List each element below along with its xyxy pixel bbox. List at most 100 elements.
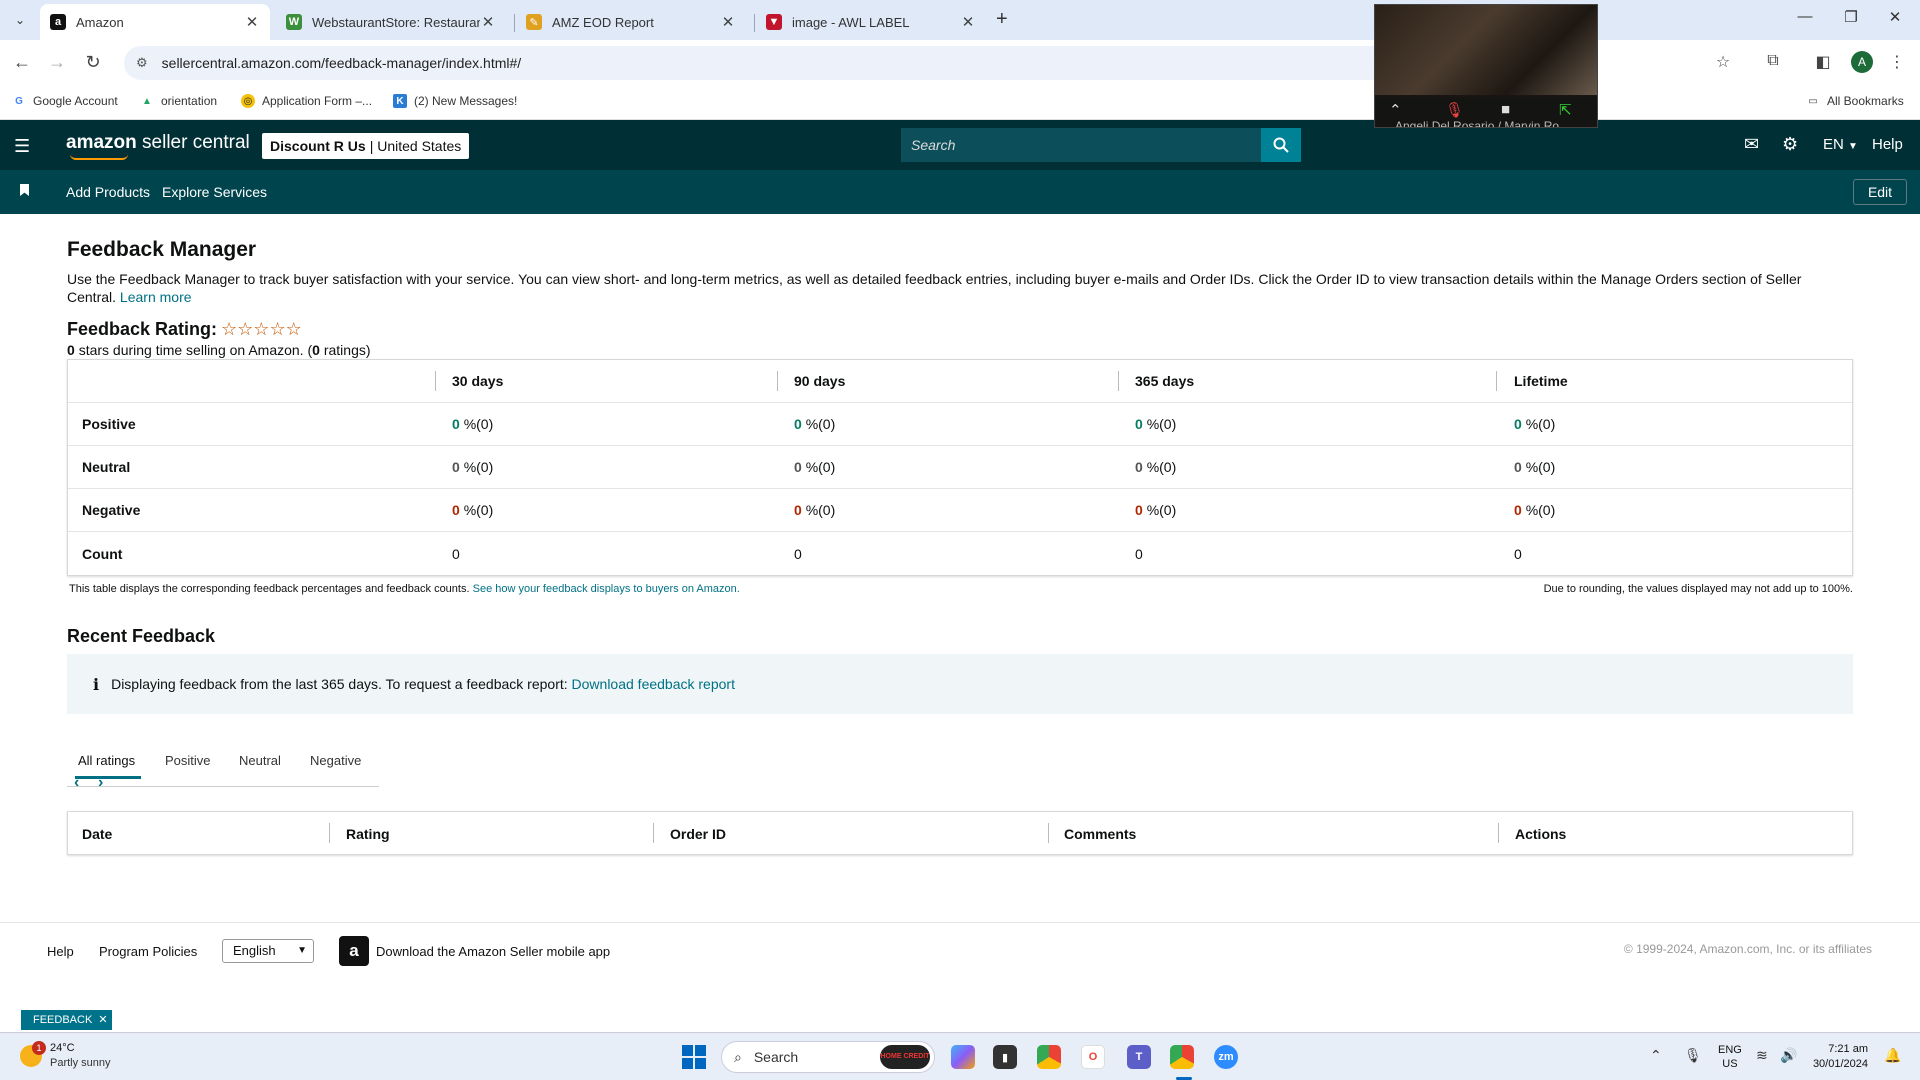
site-info-icon[interactable]: ⚙ [136,55,148,71]
back-arrow-icon[interactable]: ← [10,52,34,73]
search-icon [1273,137,1289,153]
column-header-rating[interactable]: Rating [346,826,390,842]
tray-chevron-up-icon[interactable]: ⌃ [1650,1047,1662,1064]
browser-tab-amz-eod-report[interactable]: ✎ AMZ EOD Report ✕ [516,4,746,40]
footer-program-policies-link[interactable]: Program Policies [99,944,197,959]
cell-count: %(0) [1525,416,1556,432]
star-rating-icon: ☆☆☆☆☆ [221,319,302,339]
column-header-actions[interactable]: Actions [1515,826,1566,842]
close-icon[interactable]: ✕ [95,1014,107,1026]
chevron-up-icon[interactable]: ⌃ [1389,101,1402,119]
input-language[interactable]: ENG US [1718,1043,1742,1071]
count-value: 0 [794,545,802,562]
nav-add-products[interactable]: Add Products [66,184,150,200]
bookmark-google-account[interactable]: G Google Account [12,94,118,108]
page-footer: Help Program Policies English ▼ a Downlo… [0,922,1920,1032]
settings-gear-icon[interactable]: ⚙ [1782,134,1798,155]
column-separator [1498,823,1499,843]
chrome-menu-icon[interactable]: ⋮ [1884,52,1910,72]
tab-separator [754,14,755,32]
new-tab-button[interactable]: + [996,8,1008,31]
language-selector[interactable]: EN ▼ [1823,136,1858,153]
k-app-icon: K [393,94,407,108]
edit-button[interactable]: Edit [1853,179,1907,205]
download-feedback-report-link[interactable]: Download feedback report [572,676,735,692]
table-cell: 0 %(0) [452,459,493,475]
profile-avatar[interactable]: A [1851,51,1873,73]
reload-icon[interactable]: ↻ [81,52,105,73]
weather-temperature[interactable]: 24°C [50,1042,75,1054]
pencil-favicon-icon: ✎ [526,14,542,30]
copilot-icon[interactable] [951,1045,975,1069]
file-explorer-icon[interactable]: ▮ [993,1045,1017,1069]
microphone-icon[interactable]: 🎙 [1684,1047,1702,1064]
feedback-chip[interactable]: FEEDBACK ✕ [21,1010,112,1030]
restore-icon[interactable]: ❐ [1836,8,1866,26]
negative-value: 0 [794,502,802,518]
browser-tab-awl-label[interactable]: ▼ image - AWL LABEL ✕ [756,4,986,40]
close-window-icon[interactable]: ✕ [1880,8,1910,26]
mail-icon[interactable]: ✉ [1744,134,1759,155]
footer-help-link[interactable]: Help [47,944,74,959]
side-panel-icon[interactable]: ◧ [1810,52,1836,72]
seller-central-header: ☰ amazon seller central Discount R Us | … [0,120,1920,170]
bookmark-label: Application Form –... [262,94,373,108]
all-bookmarks[interactable]: ▭ All Bookmarks [1806,94,1903,108]
system-clock[interactable]: 7:21 am 30/01/2024 [1808,1042,1868,1072]
office-icon[interactable]: O [1081,1045,1105,1069]
nav-explore-services[interactable]: Explore Services [162,184,267,200]
wifi-icon[interactable]: ≋ [1756,1047,1768,1064]
seller-central-logo[interactable]: amazon seller central [66,132,250,160]
search-button[interactable] [1261,128,1301,162]
volume-icon[interactable]: 🔊 [1780,1047,1797,1064]
column-header-order-id[interactable]: Order ID [670,826,726,842]
amazon-smile-icon [70,154,128,160]
bookmark-orientation[interactable]: ▲ orientation [140,94,217,108]
zoom-video-overlay[interactable]: ⌃ 🎙 ■ ⇱ Angeli Del Rosario / Marvin Ro..… [1374,4,1598,128]
weather-description[interactable]: Partly sunny [50,1057,111,1069]
download-app-link[interactable]: Download the Amazon Seller mobile app [376,944,610,959]
tab-search-chevron-icon[interactable]: ⌄ [8,8,32,32]
bookmark-star-icon[interactable]: ☆ [1710,52,1736,72]
bookmark-application-form[interactable]: ◎ Application Form –... [241,94,372,108]
close-tab-icon[interactable]: ✕ [480,13,496,31]
extensions-icon[interactable]: ⧉ [1760,52,1786,70]
mic-muted-icon[interactable]: 🎙 [1445,101,1464,119]
chrome-profile-icon[interactable] [1170,1045,1194,1069]
footer-language-select[interactable]: English ▼ [222,939,314,963]
close-tab-icon[interactable]: ✕ [960,13,976,31]
tab-all-ratings[interactable]: All ratings [78,753,135,768]
zoom-app-icon[interactable]: zm [1214,1045,1238,1069]
close-tab-icon[interactable]: ✕ [244,13,260,31]
column-header-comments[interactable]: Comments [1064,826,1136,842]
feedback-display-link[interactable]: See how your feedback displays to buyers… [473,583,740,595]
tab-neutral[interactable]: Neutral [239,753,281,768]
column-header-date[interactable]: Date [82,826,112,842]
bookmark-icon[interactable] [20,184,29,196]
chevron-right-icon[interactable]: › [98,774,103,792]
windows-start-icon[interactable] [682,1045,706,1069]
taskbar-search[interactable]: ⌕ Search HOME CREDIT [721,1041,935,1073]
browser-tab-webstaurant[interactable]: W WebstaurantStore: Restaurant S ✕ [276,4,506,40]
close-tab-icon[interactable]: ✕ [720,13,736,31]
teams-icon[interactable]: T [1127,1045,1151,1069]
tab-positive[interactable]: Positive [165,753,211,768]
share-screen-icon[interactable]: ⇱ [1559,101,1572,119]
help-link[interactable]: Help [1872,136,1903,153]
forward-arrow-icon[interactable]: → [45,52,69,73]
amazon-app-icon[interactable]: a [339,936,369,966]
hamburger-menu-icon[interactable]: ☰ [14,136,30,157]
video-camera-icon[interactable]: ■ [1501,101,1510,118]
column-separator [777,371,778,391]
minimize-icon[interactable]: — [1790,8,1820,25]
learn-more-link[interactable]: Learn more [120,289,192,305]
address-bar[interactable]: ⚙ sellercentral.amazon.com/feedback-mana… [124,46,1394,80]
store-switcher[interactable]: Discount R Us | United States [262,133,470,159]
chevron-left-icon[interactable]: ‹ [74,774,79,792]
tab-negative[interactable]: Negative [310,753,361,768]
bookmark-new-messages[interactable]: K (2) New Messages! [393,94,517,108]
chrome-icon[interactable] [1037,1045,1061,1069]
notification-bell-icon[interactable]: 🔔 [1884,1047,1901,1064]
browser-tab-amazon[interactable]: a Amazon ✕ [40,4,270,40]
search-input[interactable]: Search [901,128,1261,162]
